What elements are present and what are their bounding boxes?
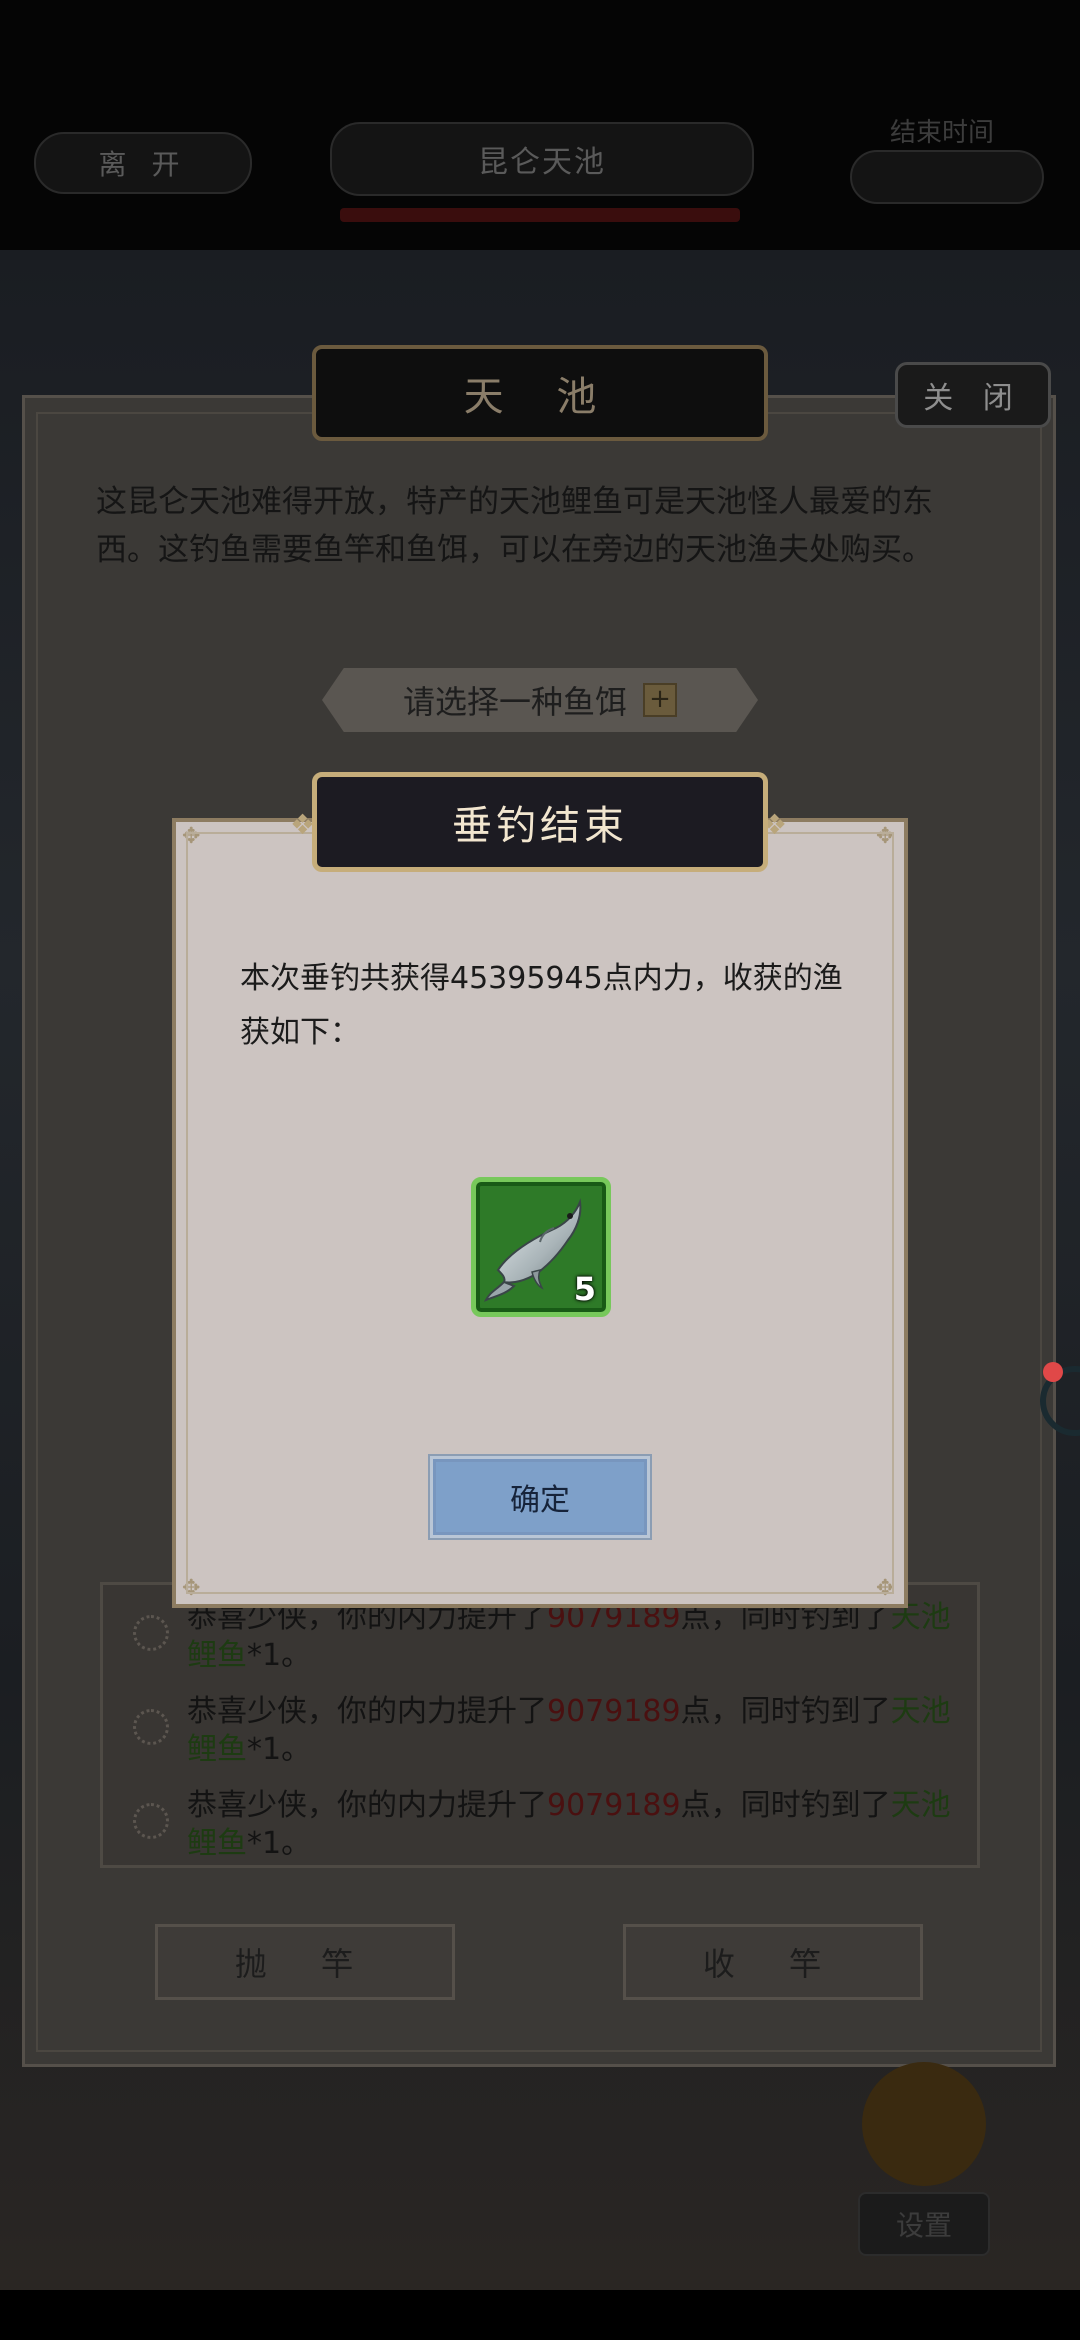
log-entry: 恭喜少侠，你的内力提升了9079189点，同时钓到了天池鲤鱼*1。 — [187, 1600, 951, 1673]
cast-label: 抛 竿 — [234, 1945, 376, 1983]
gear-icon — [133, 1709, 169, 1745]
settings-label: 设置 — [895, 2209, 952, 2242]
notification-dot — [1043, 1362, 1063, 1382]
bell-icon[interactable] — [862, 2062, 986, 2186]
panel-title: 天 池 — [312, 345, 768, 441]
location-title: 昆仑天池 — [330, 122, 754, 196]
location-label: 昆仑天池 — [478, 145, 606, 180]
dialog-title-text: 垂钓结束 — [452, 803, 628, 849]
settings-button[interactable]: 设置 — [858, 2192, 990, 2256]
close-label: 关 闭 — [923, 381, 1023, 416]
log-entry: 恭喜少侠，你的内力提升了9079189点，同时钓到了天池鲤鱼*1。 — [187, 1788, 951, 1861]
leave-button[interactable]: 离 开 — [34, 132, 252, 194]
bottom-bar — [0, 2290, 1080, 2340]
dialog-title: 垂钓结束 — [312, 772, 768, 872]
log-entry: 恭喜少侠，你的内力提升了9079189点，同时钓到了天池鲤鱼*1。 — [187, 1694, 951, 1767]
bait-selector[interactable]: 请选择一种鱼饵 + — [322, 668, 758, 732]
item-count: 5 — [573, 1270, 596, 1308]
gear-icon — [133, 1803, 169, 1839]
leave-label: 离 开 — [98, 148, 188, 181]
panel-title-text: 天 池 — [463, 374, 617, 420]
close-button[interactable]: 关 闭 — [895, 362, 1051, 428]
bait-prompt: 请选择一种鱼饵 — [402, 683, 627, 721]
reel-label: 收 竿 — [702, 1945, 844, 1983]
event-banner — [340, 208, 740, 222]
add-bait-icon[interactable]: + — [643, 683, 677, 717]
result-message: 本次垂钓共获得45395945点内力，收获的渔获如下： — [240, 961, 843, 1050]
cast-rod-button[interactable]: 抛 竿 — [155, 1924, 455, 2000]
end-time-label: 结束时间 — [890, 118, 995, 148]
reel-in-button[interactable]: 收 竿 — [623, 1924, 923, 2000]
reward-item-slot[interactable]: 5 — [471, 1177, 611, 1317]
top-bar: 离 开 昆仑天池 结束时间 — [0, 0, 1080, 250]
end-time-box — [850, 150, 1044, 204]
panel-description: 这昆仑天池难得开放，特产的天池鲤鱼可是天池怪人最爱的东西。这钓鱼需要鱼竿和鱼饵，… — [96, 484, 933, 568]
fishing-log: 恭喜少侠，你的内力提升了9079189点，同时钓到了天池鲤鱼*1。 恭喜少侠，你… — [100, 1582, 980, 1868]
confirm-button[interactable]: 确定 — [430, 1456, 650, 1538]
gear-icon — [133, 1615, 169, 1651]
confirm-label: 确定 — [510, 1483, 570, 1518]
